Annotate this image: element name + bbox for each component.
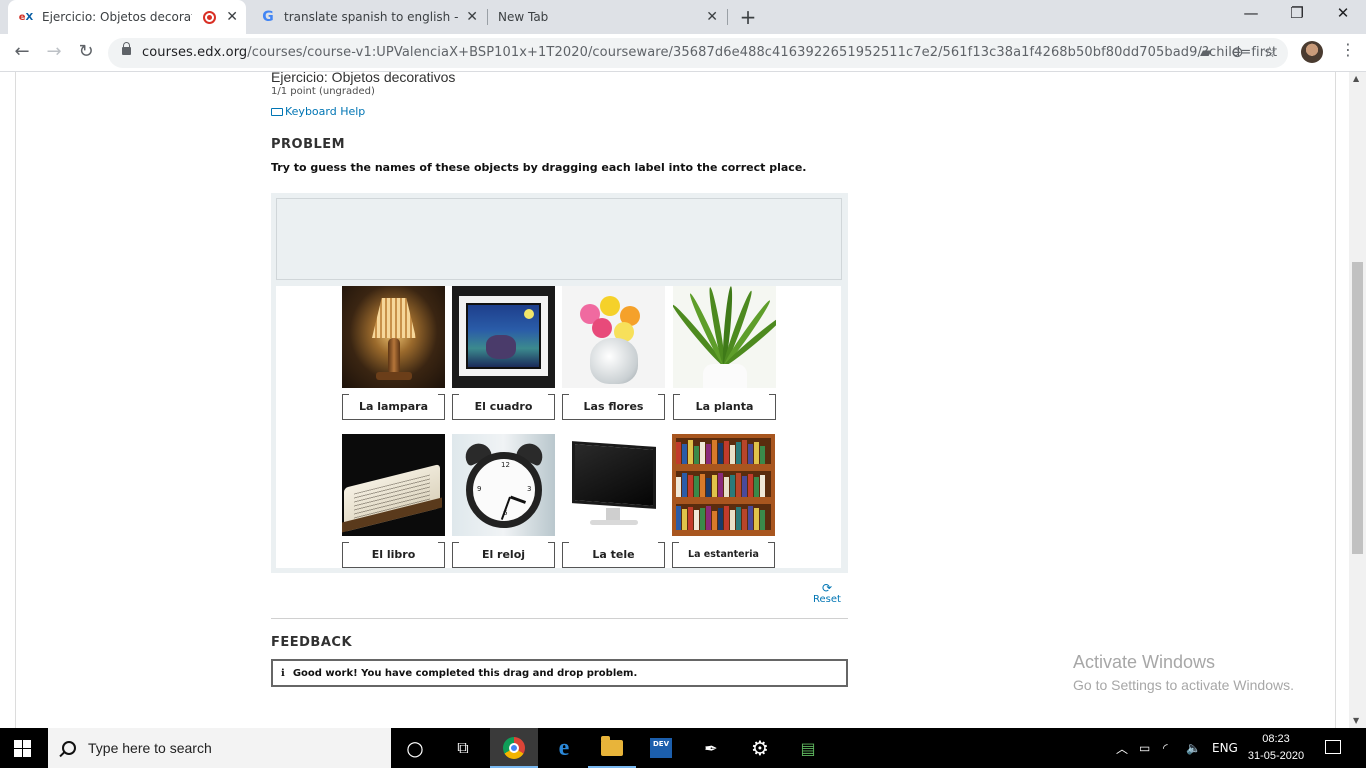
label-el-cuadro[interactable]: El cuadro (452, 394, 555, 420)
drag-drop-area: La lampara El cuadro Las flores La plant… (271, 193, 848, 573)
painting-image (452, 286, 555, 388)
url-host: courses.edx.org (142, 45, 248, 60)
book-image (342, 434, 445, 536)
url-path: /courses/course-v1:UPValenciaX+BSP101x+1… (247, 45, 1278, 60)
tab-edx[interactable]: eX Ejercicio: Objetos decorativo ✕ (8, 0, 246, 34)
close-tab-icon[interactable]: ✕ (466, 9, 478, 25)
back-arrow-icon[interactable]: ← (10, 41, 34, 62)
tab-title: Ejercicio: Objetos decorativo (42, 10, 192, 24)
search-placeholder: Type here to search (88, 740, 212, 756)
minimize-icon[interactable]: — (1228, 4, 1274, 22)
problem-title: Ejercicio: Objetos decorativos (271, 69, 456, 85)
search-icon (62, 741, 76, 755)
info-icon: ℹ (281, 667, 285, 679)
clock-time: 08:23 (1262, 733, 1290, 745)
flowers-image (562, 286, 665, 388)
pen-app-icon[interactable]: ✒ (687, 728, 735, 768)
camera-icon[interactable]: ▰ (1200, 43, 1212, 61)
url-text[interactable]: courses.edx.org/courses/course-v1:UPVale… (142, 45, 1277, 60)
label-el-reloj[interactable]: El reloj (452, 542, 555, 568)
divider (271, 618, 848, 619)
label-el-libro[interactable]: El libro (342, 542, 445, 568)
system-clock[interactable]: 08:23 31-05-2020 (1244, 731, 1308, 765)
cortana-icon[interactable]: ○ (391, 728, 439, 768)
content-border-right (1335, 72, 1336, 728)
browser-toolbar: ← → ↻ courses.edx.org/courses/course-v1:… (0, 34, 1366, 72)
monitor-image (562, 434, 665, 536)
label-la-estanteria[interactable]: La estanteria (672, 542, 775, 568)
language-indicator[interactable]: ENG (1212, 728, 1238, 768)
task-view-icon[interactable]: ⧉ (439, 728, 487, 768)
drop-target-board: La lampara El cuadro Las flores La plant… (276, 286, 841, 568)
vertical-scrollbar[interactable]: ▲ ▼ (1349, 72, 1366, 728)
scroll-up-icon[interactable]: ▲ (1353, 74, 1359, 83)
feedback-box: ℹ Good work! You have completed this dra… (271, 659, 848, 687)
feedback-heading: FEEDBACK (271, 635, 353, 650)
lamp-image (342, 286, 445, 388)
label-la-tele[interactable]: La tele (562, 542, 665, 568)
profile-avatar[interactable] (1301, 41, 1323, 63)
address-bar[interactable]: courses.edx.org/courses/course-v1:UPVale… (108, 38, 1288, 68)
reset-button[interactable]: ⟳ Reset (812, 582, 842, 605)
label-la-planta[interactable]: La planta (673, 394, 776, 420)
activate-windows-watermark: Activate Windows Go to Settings to activ… (1073, 652, 1294, 693)
label-las-flores[interactable]: Las flores (562, 394, 665, 420)
keyboard-help-label: Keyboard Help (285, 105, 366, 118)
edx-favicon-icon: eX (18, 11, 34, 23)
close-tab-icon[interactable]: ✕ (706, 9, 718, 25)
google-favicon-icon: G (262, 9, 274, 25)
content-border-left (15, 72, 16, 728)
keyboard-icon (271, 107, 283, 116)
battery-icon[interactable]: ▭ (1139, 728, 1150, 768)
clock-date: 31-05-2020 (1247, 750, 1305, 762)
windows-taskbar: Type here to search ○ ⧉ e DEV ✒ ⚙ ▤ ︿ ▭ … (0, 728, 1366, 768)
feedback-message: Good work! You have completed this drag … (292, 667, 638, 679)
close-window-icon[interactable]: ✕ (1320, 4, 1366, 22)
zoom-icon[interactable]: ⊖ (1231, 43, 1244, 61)
reset-label: Reset (813, 594, 841, 605)
keyboard-help-link[interactable]: Keyboard Help (271, 105, 365, 118)
tab-google-translate[interactable]: G translate spanish to english - Goo ✕ (250, 0, 486, 34)
file-explorer-icon[interactable] (588, 728, 636, 768)
dev-cpp-icon[interactable]: DEV (637, 728, 685, 768)
close-tab-icon[interactable]: ✕ (226, 9, 238, 25)
bookmark-star-icon[interactable]: ☆ (1263, 43, 1276, 61)
bookshelf-image (672, 434, 775, 536)
tab-new-tab[interactable]: New Tab ✕ (488, 0, 726, 34)
taskbar-search-box[interactable]: Type here to search (48, 728, 391, 768)
watermark-line1: Activate Windows (1073, 652, 1216, 672)
tab-separator (727, 9, 728, 25)
volume-icon[interactable]: 🔈 (1186, 728, 1201, 768)
windows-start-icon[interactable] (14, 740, 31, 757)
scroll-down-icon[interactable]: ▼ (1353, 716, 1359, 725)
chart-app-icon[interactable]: ▤ (784, 728, 832, 768)
new-tab-plus-icon[interactable]: + (736, 5, 760, 29)
plant-image (673, 286, 776, 388)
reload-icon[interactable]: ↻ (74, 41, 98, 62)
tab-title: New Tab (498, 10, 549, 24)
edge-taskbar-icon[interactable]: e (540, 728, 588, 768)
label-pool[interactable] (276, 198, 842, 280)
chrome-taskbar-icon[interactable] (490, 728, 538, 768)
settings-gear-icon[interactable]: ⚙ (736, 728, 784, 768)
tray-chevron-icon[interactable]: ︿ (1116, 728, 1128, 768)
refresh-icon: ⟳ (821, 581, 833, 595)
label-la-lampara[interactable]: La lampara (342, 394, 445, 420)
page-content: Ejercicio: Objetos decorativos 1/1 point… (0, 69, 1366, 728)
restore-icon[interactable]: ❐ (1274, 4, 1320, 22)
tab-strip: eX Ejercicio: Objetos decorativo ✕ G tra… (0, 0, 1366, 34)
clock-image: 12 3 6 9 (452, 434, 555, 536)
lock-icon (122, 42, 131, 55)
forward-arrow-icon[interactable]: → (42, 41, 66, 62)
tab-title: translate spanish to english - Goo (284, 10, 459, 24)
recording-icon (203, 11, 216, 24)
menu-dots-icon[interactable]: ⋮ (1340, 40, 1356, 59)
points-text: 1/1 point (ungraded) (271, 86, 375, 97)
problem-instructions: Try to guess the names of these objects … (271, 161, 807, 174)
notification-center-icon[interactable] (1325, 740, 1341, 754)
problem-heading: PROBLEM (271, 137, 346, 152)
wifi-icon[interactable]: ◜ (1163, 728, 1168, 768)
watermark-line2: Go to Settings to activate Windows. (1073, 677, 1294, 693)
scroll-thumb[interactable] (1352, 262, 1363, 554)
